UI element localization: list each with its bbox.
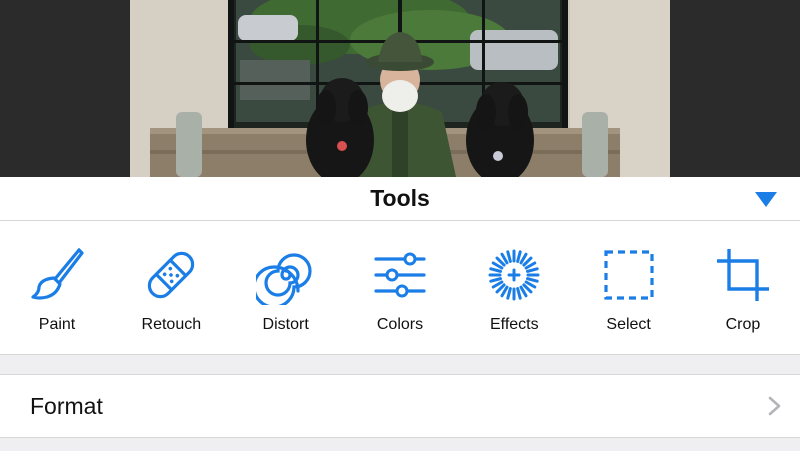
tool-crop[interactable]: Crop: [686, 221, 800, 354]
collapse-panel-button[interactable]: [750, 185, 782, 213]
format-row[interactable]: Format: [0, 375, 800, 437]
photo-illustration: [130, 0, 670, 177]
image-canvas[interactable]: [0, 0, 800, 177]
section-separator: [0, 437, 800, 451]
sliders-icon: [374, 252, 426, 298]
paintbrush-icon: [31, 248, 84, 300]
effects-dial-icon: [488, 249, 540, 301]
tool-retouch[interactable]: Retouch: [114, 221, 228, 354]
panel-title: Tools: [370, 185, 430, 211]
crop-icon: [716, 249, 769, 301]
tools-header: Tools: [0, 177, 800, 221]
tool-colors[interactable]: Colors: [343, 221, 457, 354]
tool-label: Distort: [262, 316, 309, 333]
chevron-right-icon: [768, 396, 781, 416]
tool-label: Colors: [376, 316, 424, 333]
tool-label: Select: [606, 316, 651, 333]
photo[interactable]: [130, 0, 670, 177]
tool-select[interactable]: Select: [572, 221, 686, 354]
bandage-icon: [148, 251, 195, 299]
tool-label: Paint: [38, 316, 76, 333]
dashed-selection-icon: [604, 250, 654, 300]
tool-label: Retouch: [141, 316, 202, 333]
tool-distort[interactable]: Distort: [229, 221, 343, 354]
format-label: Format: [30, 393, 103, 419]
tool-effects[interactable]: Effects: [457, 221, 571, 354]
tool-label: Crop: [725, 316, 761, 333]
section-separator: [0, 354, 800, 375]
tools-panel: Tools Paint Retouch Distort Colors Effec…: [0, 177, 800, 451]
triangle-down-icon: [755, 192, 777, 207]
tool-paint[interactable]: Paint: [0, 221, 114, 354]
tools-row: Paint Retouch Distort Colors Effects Sel…: [0, 221, 800, 354]
tool-label: Effects: [490, 316, 539, 333]
spiral-icon: [255, 253, 312, 305]
